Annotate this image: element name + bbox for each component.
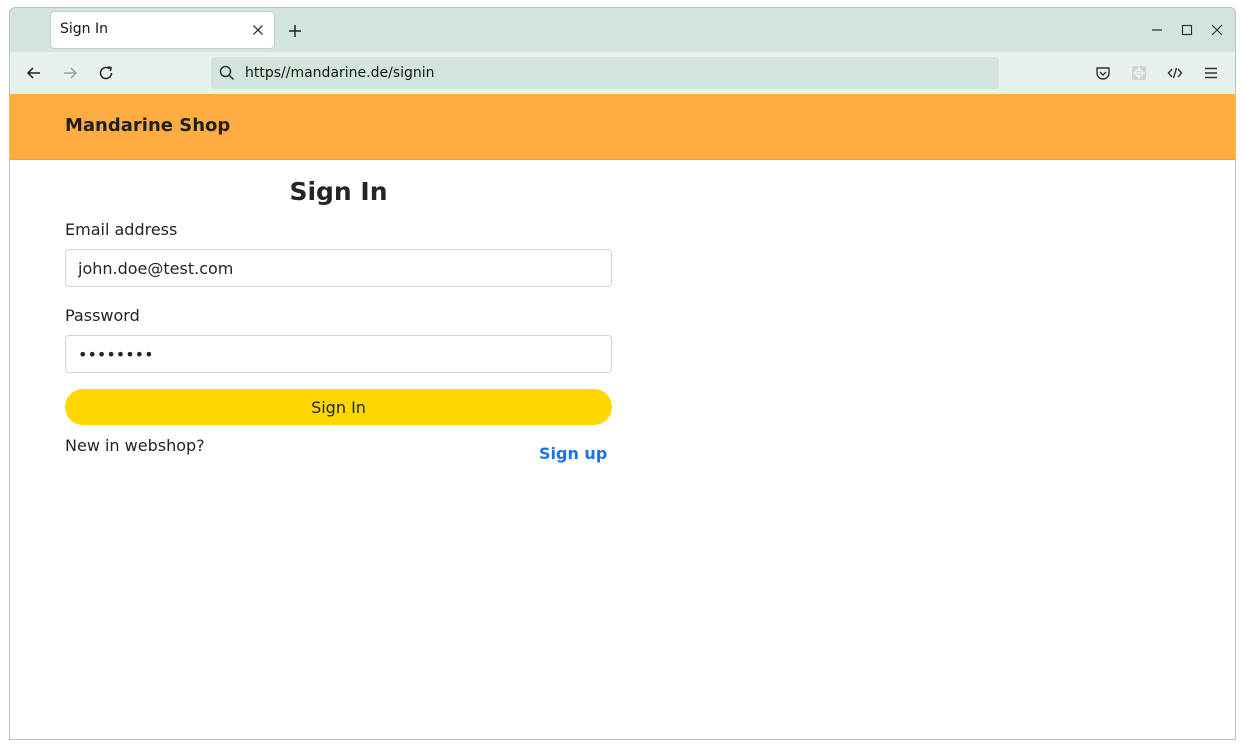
brand-link[interactable]: Mandarine Shop	[65, 115, 230, 136]
browser-window: Sign In https//mandarine.de/signin Manda…	[9, 7, 1236, 740]
maximize-icon[interactable]	[1175, 18, 1199, 42]
password-label: Password	[65, 306, 140, 325]
page-content: Sign In Email address Password Sign In N…	[10, 160, 1235, 739]
password-field[interactable]	[65, 335, 612, 373]
email-field[interactable]	[65, 249, 612, 287]
pocket-icon[interactable]	[1089, 59, 1117, 87]
signup-link[interactable]: Sign up	[539, 444, 607, 463]
url-text: https//mandarine.de/signin	[245, 65, 435, 81]
forward-icon[interactable]	[56, 59, 84, 87]
devtools-icon[interactable]	[1161, 59, 1189, 87]
signin-button[interactable]: Sign In	[65, 389, 612, 425]
back-icon[interactable]	[20, 59, 48, 87]
search-icon	[218, 64, 236, 82]
tab-title: Sign In	[60, 21, 108, 37]
close-icon[interactable]	[246, 18, 270, 42]
address-bar[interactable]: https//mandarine.de/signin	[211, 57, 999, 89]
page-title: Sign In	[289, 177, 388, 206]
close-window-icon[interactable]	[1205, 18, 1229, 42]
email-label: Email address	[65, 220, 178, 239]
navigation-bar: https//mandarine.de/signin	[10, 52, 1235, 94]
new-user-text: New in webshop?	[65, 436, 205, 455]
extension-icon[interactable]	[1125, 59, 1153, 87]
plus-icon[interactable]	[282, 18, 308, 44]
minimize-icon[interactable]	[1145, 18, 1169, 42]
site-header: Mandarine Shop	[10, 94, 1235, 160]
tab-sign-in[interactable]: Sign In	[51, 12, 274, 48]
menu-icon[interactable]	[1197, 59, 1225, 87]
reload-icon[interactable]	[92, 59, 120, 87]
tab-strip: Sign In	[10, 8, 1235, 52]
